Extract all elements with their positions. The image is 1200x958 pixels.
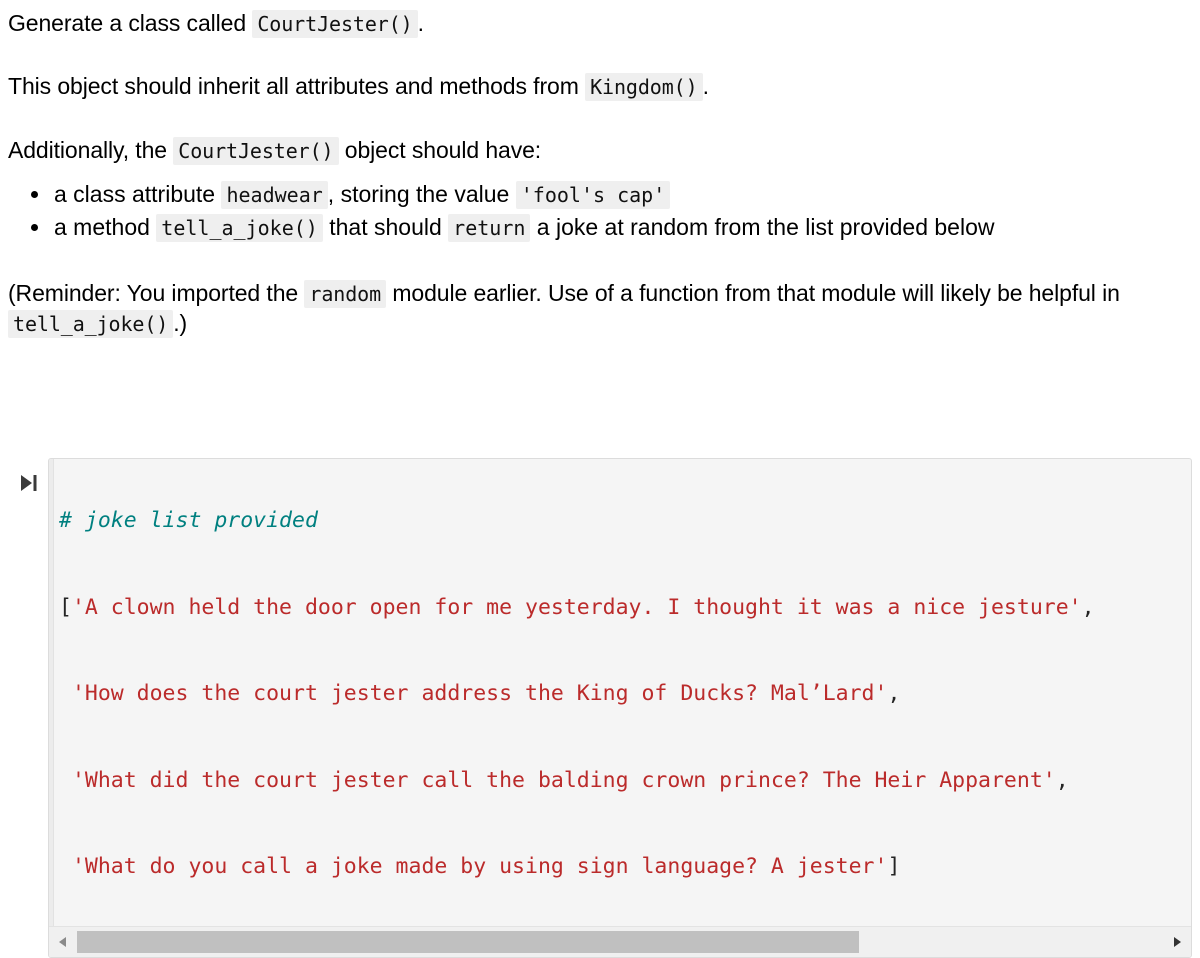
code-string: 'What did the court jester call the bald… (71, 767, 1056, 793)
inline-code-random: random (304, 279, 387, 308)
code-line: 'What do you call a joke made by using s… (59, 851, 1191, 884)
list-item: a class attribute headwear, storing the … (52, 179, 1192, 210)
paragraph-text: Generate a class called (8, 10, 253, 36)
inline-code-return: return (448, 214, 531, 243)
code-comment: # joke list provided (59, 508, 318, 533)
code-comma: , (1055, 767, 1069, 793)
paragraph-text: This object should inherit all attribute… (8, 73, 586, 100)
list-item-text: a method (54, 214, 157, 241)
play-to-end-icon (17, 472, 39, 494)
scrollbar-track[interactable] (77, 930, 1163, 953)
inline-code-kingdom: Kingdom() (585, 73, 703, 102)
inline-code-tell-a-joke-2: tell_a_joke() (8, 309, 174, 338)
paragraph-text: (Reminder: You imported the (8, 279, 305, 306)
inline-code-fools-cap: 'fool's cap' (515, 181, 671, 210)
code-bracket-open: [ (59, 594, 72, 620)
inline-code-headwear: headwear (221, 181, 328, 210)
instructions-prose: Generate a class called CourtJester(). T… (8, 0, 1192, 338)
code-line: # joke list provided (59, 505, 1191, 538)
paragraph-text-tail: object should have: (338, 136, 542, 163)
code-editor[interactable]: # joke list provided ['A clown held the … (48, 458, 1192, 958)
run-cell-button[interactable] (8, 458, 48, 502)
list-item-text: a joke at random from the list provided … (530, 214, 995, 241)
list-item: a method tell_a_joke() that should retur… (52, 212, 1192, 243)
paragraph-generate-class: Generate a class called CourtJester(). (8, 0, 1192, 38)
scrollbar-thumb[interactable] (77, 930, 859, 953)
code-cell: # joke list provided ['A clown held the … (8, 458, 1192, 958)
paragraph-text-tail: .) (173, 309, 188, 336)
notebook-page: Generate a class called CourtJester(). T… (0, 0, 1200, 958)
code-comma: , (1081, 594, 1095, 620)
code-bracket-close: ] (887, 854, 901, 879)
paragraph-additionally: Additionally, the CourtJester() object s… (8, 102, 1192, 165)
paragraph-text-tail: . (417, 10, 424, 36)
requirements-list: a class attribute headwear, storing the … (8, 179, 1192, 244)
code-string: 'What do you call a joke made by using s… (71, 854, 888, 879)
code-string: 'A clown held the door open for me yeste… (71, 594, 1082, 620)
paragraph-text-tail: . (702, 73, 709, 100)
paragraph-text: module earlier. Use of a function from t… (386, 279, 1120, 306)
paragraph-inherit: This object should inherit all attribute… (8, 38, 1192, 102)
list-item-text: that should (322, 214, 449, 241)
scroll-left-arrow-icon[interactable] (49, 928, 77, 956)
paragraph-reminder: (Reminder: You imported the random modul… (8, 244, 1192, 339)
inline-code-tell-a-joke: tell_a_joke() (156, 214, 323, 243)
scroll-right-arrow-icon[interactable] (1163, 928, 1191, 956)
code-content[interactable]: # joke list provided ['A clown held the … (49, 459, 1191, 926)
list-item-text: a class attribute (54, 181, 222, 208)
code-line: ['A clown held the door open for me yest… (59, 592, 1191, 625)
list-item-text: , storing the value (327, 181, 516, 208)
inline-code-courtjester: CourtJester() (252, 10, 418, 38)
horizontal-scrollbar[interactable] (49, 925, 1191, 957)
code-line: 'What did the court jester call the bald… (59, 765, 1191, 798)
code-line: 'How does the court jester address the K… (59, 678, 1191, 711)
inline-code-courtjester-2: CourtJester() (173, 136, 339, 165)
cell-gutter-bar (49, 459, 54, 957)
paragraph-text: Additionally, the (8, 136, 174, 163)
